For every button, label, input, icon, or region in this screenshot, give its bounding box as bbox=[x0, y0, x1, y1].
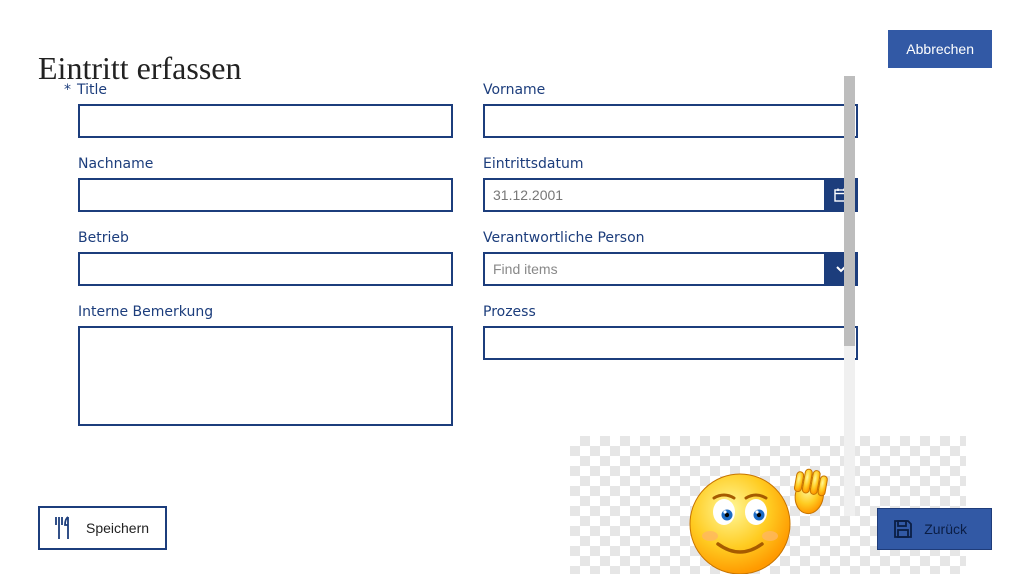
form-container: * Title Nachname Betrieb Interne Bemerku… bbox=[78, 82, 858, 430]
field-betrieb-label: Betrieb bbox=[78, 230, 453, 246]
field-prozess: Prozess bbox=[483, 304, 858, 360]
vertical-scrollbar[interactable] bbox=[844, 76, 855, 516]
required-marker: * bbox=[64, 82, 71, 98]
scrollbar-thumb[interactable] bbox=[844, 76, 855, 346]
back-button-label: Zurück bbox=[924, 521, 967, 537]
title-input[interactable] bbox=[78, 104, 453, 138]
eintrittsdatum-input[interactable] bbox=[483, 178, 824, 212]
save-disk-icon bbox=[892, 518, 914, 540]
field-title-label: * Title bbox=[78, 82, 453, 98]
field-nachname-label: Nachname bbox=[78, 156, 453, 172]
save-button-label: Speichern bbox=[86, 520, 149, 536]
field-eintrittsdatum-label: Eintrittsdatum bbox=[483, 156, 858, 172]
waving-smiley-icon bbox=[670, 458, 860, 574]
bemerkung-input[interactable] bbox=[78, 326, 453, 426]
field-verantwortliche-label: Verantwortliche Person bbox=[483, 230, 858, 246]
field-verantwortliche: Verantwortliche Person bbox=[483, 230, 858, 286]
vorname-input[interactable] bbox=[483, 104, 858, 138]
cancel-button[interactable]: Abbrechen bbox=[888, 30, 992, 68]
betrieb-input[interactable] bbox=[78, 252, 453, 286]
field-vorname-label: Vorname bbox=[483, 82, 858, 98]
field-prozess-label: Prozess bbox=[483, 304, 858, 320]
field-bemerkung-label: Interne Bemerkung bbox=[78, 304, 453, 320]
nachname-input[interactable] bbox=[78, 178, 453, 212]
field-title: * Title bbox=[78, 82, 453, 138]
field-nachname: Nachname bbox=[78, 156, 453, 212]
field-vorname: Vorname bbox=[483, 82, 858, 138]
save-button[interactable]: Speichern bbox=[38, 506, 167, 550]
field-eintrittsdatum: Eintrittsdatum bbox=[483, 156, 858, 212]
form-right-column: Vorname Eintrittsdatum Verantwortliche P… bbox=[483, 82, 858, 430]
form-left-column: * Title Nachname Betrieb Interne Bemerku… bbox=[78, 82, 453, 430]
label-text: Title bbox=[77, 82, 107, 98]
verantwortliche-input[interactable] bbox=[483, 252, 824, 286]
back-button[interactable]: Zurück bbox=[877, 508, 992, 550]
fork-knife-icon bbox=[50, 515, 76, 541]
field-betrieb: Betrieb bbox=[78, 230, 453, 286]
field-bemerkung: Interne Bemerkung bbox=[78, 304, 453, 430]
prozess-input[interactable] bbox=[483, 326, 858, 360]
